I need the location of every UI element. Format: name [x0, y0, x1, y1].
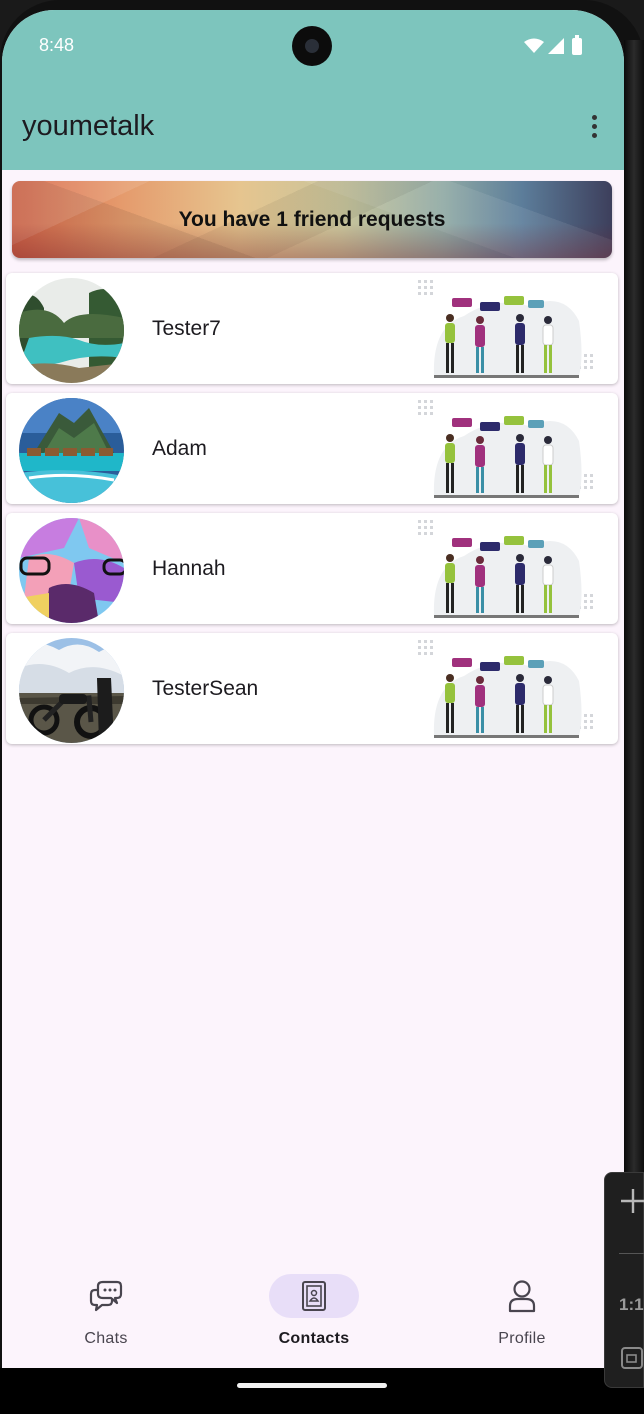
- people-chatting-illustration: [418, 520, 593, 618]
- contact-name: TesterSean: [152, 676, 259, 700]
- gesture-bar-area: [0, 1368, 644, 1414]
- emulator-zoom-panel: 1:1: [604, 1172, 644, 1388]
- zoom-in-icon[interactable]: [619, 1187, 644, 1215]
- contact-name: Hannah: [152, 556, 226, 580]
- nav-item-chats[interactable]: Chats: [46, 1260, 166, 1368]
- contact-name: Tester7: [152, 316, 221, 340]
- contact-avatar: [19, 398, 124, 503]
- app-screen: 8:48 youmetalk You have 1 friend request…: [2, 10, 624, 1368]
- status-time: 8:48: [39, 35, 75, 55]
- nav-item-profile[interactable]: Profile: [462, 1260, 582, 1368]
- fit-screen-icon[interactable]: [621, 1347, 643, 1369]
- panel-divider: [619, 1253, 644, 1254]
- contacts-book-icon: [302, 1281, 326, 1311]
- contact-card[interactable]: Adam: [6, 393, 618, 504]
- chat-bubbles-icon: [89, 1280, 123, 1312]
- contact-list: Tester7 Adam Hannah TesterSean: [6, 273, 620, 753]
- signal-icon: [548, 38, 564, 54]
- nav-item-contacts[interactable]: Contacts: [254, 1260, 374, 1368]
- nav-label-contacts: Contacts: [278, 1330, 350, 1347]
- home-indicator[interactable]: [237, 1383, 387, 1388]
- friend-requests-text: You have 1 friend requests: [178, 207, 446, 231]
- friend-requests-banner[interactable]: You have 1 friend requests: [12, 181, 612, 258]
- people-chatting-illustration: [418, 280, 593, 378]
- contact-card[interactable]: TesterSean: [6, 633, 618, 744]
- nav-icon-container: [61, 1274, 151, 1318]
- bottom-navigation: Chats Contacts Profile: [2, 1260, 624, 1368]
- nav-icon-container: [477, 1274, 567, 1318]
- contact-avatar: [19, 278, 124, 383]
- people-chatting-illustration: [418, 640, 593, 738]
- contact-name: Adam: [152, 436, 207, 460]
- device-frame: 8:48 youmetalk You have 1 friend request…: [0, 0, 644, 1414]
- nav-label-profile: Profile: [498, 1330, 546, 1347]
- status-icons: [524, 34, 582, 55]
- more-vert-icon[interactable]: [578, 110, 610, 142]
- people-chatting-illustration: [418, 400, 593, 498]
- nav-active-indicator: [269, 1274, 359, 1318]
- front-camera: [292, 26, 332, 66]
- contact-avatar: [19, 638, 124, 743]
- person-icon: [508, 1280, 536, 1313]
- contact-card[interactable]: Hannah: [6, 513, 618, 624]
- contact-avatar: [19, 518, 124, 623]
- actual-size-button[interactable]: 1:1: [619, 1295, 644, 1315]
- contact-card[interactable]: Tester7: [6, 273, 618, 384]
- app-title: youmetalk: [22, 110, 155, 142]
- battery-icon: [572, 34, 582, 55]
- wifi-icon: [524, 38, 544, 53]
- app-header: 8:48 youmetalk: [2, 10, 624, 170]
- nav-label-chats: Chats: [84, 1330, 128, 1347]
